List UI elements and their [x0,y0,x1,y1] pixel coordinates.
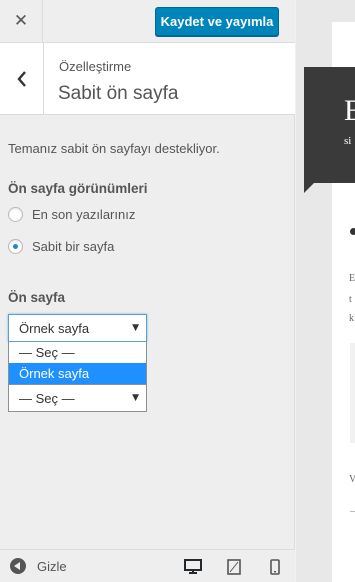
preview-banner-notch [304,175,322,193]
publish-button[interactable]: Kaydet ve yayımla [155,7,279,36]
radio-button[interactable] [8,239,23,254]
site-preview[interactable]: E si E t k V [296,0,355,582]
preview-text-line: E [349,273,355,284]
dropdown-option-highlighted[interactable]: Örnek sayfa [9,363,146,384]
section-description: Temanız sabit ön sayfayı destekliyor. [8,141,220,156]
posts-page-select[interactable]: — Seç — ▼ [8,384,147,412]
radio-static-page[interactable]: Sabit bir sayfa [8,239,114,254]
section-title: Sabit ön sayfa [58,83,179,104]
select-value: Örnek sayfa [19,320,90,336]
mobile-icon[interactable] [266,558,284,576]
breadcrumb: Özelleştirme [59,59,132,74]
collapse-button[interactable]: Gizle [10,558,67,574]
collapse-label: Gizle [37,558,67,574]
front-page-label: Ön sayfa [8,290,66,305]
front-display-label: Ön sayfa görünümleri [8,181,148,196]
radio-button[interactable] [8,207,23,222]
close-icon[interactable]: ✕ [0,0,43,42]
section-header: Özelleştirme Sabit ön sayfa [0,43,295,115]
radio-label: Sabit bir sayfa [32,239,115,254]
customizer-header: ✕ Kaydet ve yayımla [0,0,295,43]
preview-content-block [350,343,355,443]
dropdown-option[interactable]: — Seç — [9,342,146,363]
front-page-select[interactable]: Örnek sayfa ▼ [8,314,147,342]
customizer-footer: Gizle [0,549,295,582]
desktop-icon[interactable] [184,558,202,576]
customizer-sidebar: ✕ Kaydet ve yayımla Özelleştirme Sabit ö… [0,0,295,582]
radio-label: En son yazılarınız [32,207,136,222]
preview-text-line: k [349,313,354,324]
preview-text-line: t [349,294,352,305]
preview-text-line: V [349,474,355,485]
preview-site-tagline: si [344,135,352,147]
radio-latest-posts[interactable]: En son yazılarınız [8,207,135,222]
front-page-dropdown-list: — Seç — Örnek sayfa [8,342,147,384]
select-value: — Seç — [19,390,75,406]
preview-bullet [350,228,355,235]
dropdown-arrow-icon: ▼ [132,323,139,333]
dropdown-arrow-icon: ▼ [132,393,139,403]
collapse-icon [10,558,26,574]
back-chevron-icon[interactable] [0,43,44,114]
preview-divider [350,511,355,512]
tablet-icon[interactable] [225,558,243,576]
preview-site-title: E [344,94,355,127]
